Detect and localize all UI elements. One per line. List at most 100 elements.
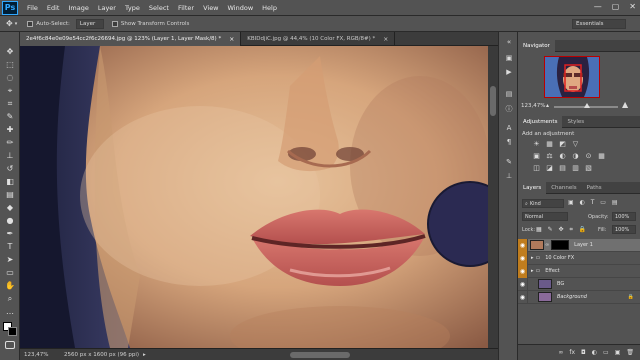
new-group-icon[interactable]: ▭ [603,349,609,356]
path-selection-tool-icon[interactable]: ➤ [3,254,17,265]
history-panel-icon[interactable]: ▣ [503,54,515,64]
auto-select-dropdown[interactable]: Layer [75,18,104,29]
black-white-icon[interactable]: ◐ [558,152,567,160]
visibility-eye-icon[interactable]: ◉ [518,264,528,278]
zoom-in-icon[interactable]: ▲ [622,100,628,109]
brush-tool-icon[interactable]: ✏ [3,137,17,148]
layer-row-bg[interactable]: ◉ BG [518,277,640,291]
visibility-eye-icon[interactable]: ◉ [518,251,528,265]
invert-icon[interactable]: ◫ [532,164,541,172]
lock-icons[interactable]: ▦ ✎ ✥ ⌗ 🔒 [536,226,588,234]
pen-tool-icon[interactable]: ✒ [3,228,17,239]
expand-arrow-icon[interactable]: ▸ [531,268,534,274]
layer-row-background[interactable]: ◉ Background 🔒 [518,290,640,304]
actions-panel-icon[interactable]: ▶ [503,68,515,78]
show-transform-checkbox[interactable] [111,20,118,27]
layer-filter-kind-dropdown[interactable]: ⌕ Kind [522,199,564,208]
navigator-zoom-slider[interactable] [554,103,618,108]
gradient-tool-icon[interactable]: ▤ [3,189,17,200]
close-tab-icon[interactable]: × [383,36,388,43]
minimize-button[interactable]: — [594,2,602,11]
layer-row-layer-1[interactable]: ◉ ∞ Layer 1 [518,238,640,252]
vertical-scroll-thumb[interactable] [490,86,496,116]
layer-row-effect[interactable]: ◉ ▸ ▭ Effect [518,264,640,278]
tab-navigator[interactable]: Navigator [518,39,555,52]
layer-mask-thumbnail[interactable] [551,240,570,250]
info-panel-icon[interactable]: ⓘ [503,104,515,114]
zoom-readout[interactable]: 123,47% [24,352,56,358]
curves-icon[interactable]: ◩ [558,140,567,148]
marquee-tool-icon[interactable]: ⬚ [3,59,17,70]
maximize-button[interactable]: ▢ [612,2,620,11]
tab-channels[interactable]: Channels [546,182,581,194]
vibrance-icon[interactable]: ▽ [571,140,580,148]
visibility-eye-icon[interactable]: ◉ [518,277,528,291]
menu-select[interactable]: Select [149,4,169,12]
tab-styles[interactable]: Styles [562,116,589,128]
layer-style-fx-icon[interactable]: fx [569,349,575,356]
healing-brush-tool-icon[interactable]: ✚ [3,124,17,135]
color-lookup-icon[interactable]: ▦ [597,152,606,160]
auto-select-checkbox[interactable] [27,20,34,27]
menu-layer[interactable]: Layer [98,4,116,12]
selective-color-icon[interactable]: ▥ [571,164,580,172]
hand-tool-icon[interactable]: ✋ [3,280,17,291]
properties-panel-icon[interactable]: ▤ [503,90,515,100]
character-panel-icon[interactable]: A [503,124,515,134]
tab-layers[interactable]: Layers [518,181,547,194]
new-layer-icon[interactable]: ▣ [615,349,621,356]
quick-select-tool-icon[interactable]: ⌖ [3,85,17,96]
brush-panel-icon[interactable]: ✎ [503,158,515,168]
filter-icons[interactable]: ▣ ◐ T ▭ ▤ [568,199,620,206]
canvas-vertical-scrollbar[interactable] [488,46,498,348]
levels-icon[interactable]: ▦ [545,140,554,148]
zoom-slider-knob[interactable] [584,103,590,108]
close-button[interactable]: ✕ [629,2,636,11]
move-tool-icon[interactable]: ✥ [3,46,17,57]
move-tool-icon[interactable]: ✥ [6,19,13,28]
collapse-arrows-icon[interactable]: « [503,38,515,48]
delete-layer-icon[interactable]: 🗑 [626,349,634,356]
background-color-swatch[interactable] [8,327,17,336]
visibility-eye-icon[interactable]: ◉ [518,290,528,304]
type-tool-icon[interactable]: T [3,241,17,252]
eraser-tool-icon[interactable]: ◧ [3,176,17,187]
fill-input[interactable]: 100% [612,225,636,234]
menu-image[interactable]: Image [68,4,88,12]
zoom-tool-icon[interactable]: ⌕ [3,293,17,304]
posterize-icon[interactable]: ◪ [545,164,554,172]
navigator-zoom-value[interactable]: 123,47% [521,103,545,109]
dodge-tool-icon[interactable]: ● [3,215,17,226]
threshold-icon[interactable]: ▤ [558,164,567,172]
menu-filter[interactable]: Filter [178,4,194,12]
expand-arrow-icon[interactable]: ▸ [531,255,534,261]
color-balance-icon[interactable]: ⚖ [545,152,554,160]
lasso-tool-icon[interactable]: ◌ [3,72,17,83]
navigator-thumbnail[interactable] [544,56,600,98]
opacity-input[interactable]: 100% [612,212,636,221]
new-adjustment-layer-icon[interactable]: ◐ [592,349,597,356]
channel-mixer-icon[interactable]: ⊙ [584,152,593,160]
quick-mask-icon[interactable] [5,341,15,349]
tab-adjustments[interactable]: Adjustments [518,115,563,128]
menu-type[interactable]: Type [125,4,140,12]
menu-file[interactable]: File [27,4,38,12]
tab-document-2[interactable]: KBIDdjiC.jpg @ 44,4% (10 Color FX, RGB/8… [241,32,396,46]
menu-help[interactable]: Help [262,4,277,12]
gradient-map-icon[interactable]: ▧ [584,164,593,172]
visibility-eye-icon[interactable]: ◉ [518,238,528,252]
horizontal-scroll-thumb[interactable] [290,352,350,358]
add-mask-icon[interactable]: ◘ [581,349,586,356]
shape-tool-icon[interactable]: ▭ [3,267,17,278]
blur-tool-icon[interactable]: ◆ [3,202,17,213]
crop-tool-icon[interactable]: ⌗ [3,98,17,109]
hue-saturation-icon[interactable]: ▣ [532,152,541,160]
menu-window[interactable]: Window [228,4,254,12]
document-canvas[interactable] [20,46,488,348]
tool-preset-dropdown-icon[interactable]: ▾ [15,21,18,27]
layer-row-10-color-fx[interactable]: ◉ ▸ ▭ 10 Color FX [518,251,640,265]
tab-paths[interactable]: Paths [582,182,607,194]
workspace-dropdown[interactable]: Essentials [572,19,626,29]
photo-filter-icon[interactable]: ◑ [571,152,580,160]
history-brush-tool-icon[interactable]: ↺ [3,163,17,174]
